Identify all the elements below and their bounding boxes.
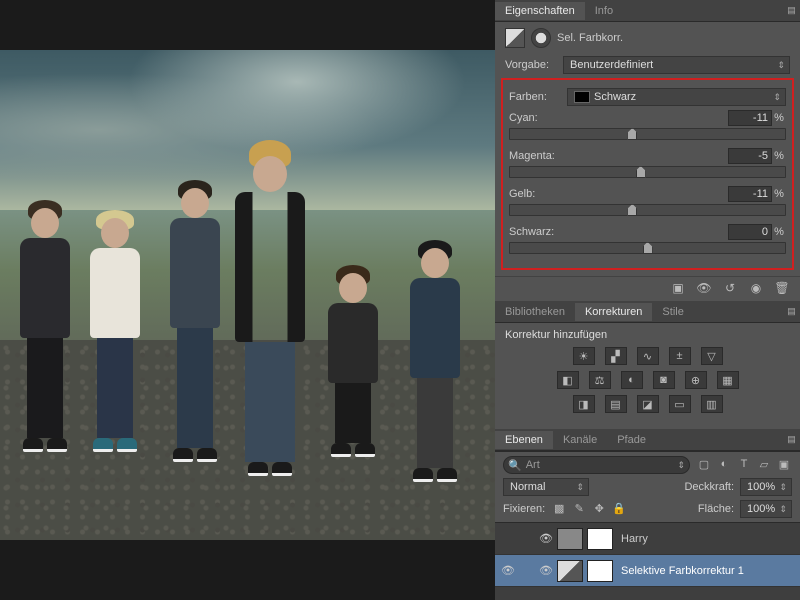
adjustment-title: Sel. Farbkorr. <box>557 32 623 44</box>
mixer-icon[interactable]: ⊕ <box>685 371 707 389</box>
lock-all-icon[interactable]: 🔒 <box>611 502 627 516</box>
photo-preview <box>0 50 495 540</box>
layer-mask-thumbnail[interactable] <box>587 528 613 550</box>
selective-icon[interactable]: ▥ <box>701 395 723 413</box>
panel-menu-icon[interactable]: ▤ <box>782 306 800 317</box>
invert-icon[interactable]: ◨ <box>573 395 595 413</box>
slider-label: Cyan: <box>509 112 728 124</box>
slider-unit: % <box>772 150 786 162</box>
filter-type-icon[interactable]: T <box>736 458 752 472</box>
gradient-map-icon[interactable]: ▭ <box>669 395 691 413</box>
slider-track[interactable] <box>509 166 786 178</box>
search-icon: 🔍 <box>508 459 522 472</box>
color-swatch <box>574 91 590 103</box>
opacity-label: Deckkraft: <box>684 481 734 493</box>
highlighted-region: Farben: Schwarz Cyan: -11 % Magenta: -5 … <box>501 78 794 270</box>
delete-adjustment-icon[interactable]: 🗑 <box>774 281 790 295</box>
slider-track[interactable] <box>509 242 786 254</box>
layer-list[interactable]: 👁 Harry👁 👁 Selektive Farbkorrektur 1 <box>495 522 800 600</box>
slider-unit: % <box>772 226 786 238</box>
toggle-visibility-icon[interactable]: ◉ <box>748 281 764 295</box>
tab-adjustments[interactable]: Korrekturen <box>575 303 652 321</box>
layer-row[interactable]: 👁 Harry <box>495 523 800 555</box>
vibrance-icon[interactable]: ▽ <box>701 347 723 365</box>
slider-thumb[interactable] <box>643 242 653 254</box>
blend-mode-dropdown[interactable]: Normal <box>503 478 589 496</box>
adjustment-type-icon <box>505 28 525 48</box>
properties-footer: ▣ 👁 ↺ ◉ 🗑 <box>495 276 800 301</box>
fill-input[interactable]: 100% <box>740 500 792 518</box>
preset-dropdown[interactable]: Benutzerdefiniert <box>563 56 790 74</box>
lock-move-icon[interactable]: ✥ <box>591 502 607 516</box>
brightness-icon[interactable]: ☀ <box>573 347 595 365</box>
levels-icon[interactable]: ▞ <box>605 347 627 365</box>
hue-icon[interactable]: ◧ <box>557 371 579 389</box>
bw-icon[interactable]: ◐ <box>621 371 643 389</box>
photo-filter-icon[interactable]: ◙ <box>653 371 675 389</box>
slider-value-input[interactable]: -11 <box>728 186 772 202</box>
layer-filter-search[interactable]: 🔍 Art ⇕ <box>503 456 690 474</box>
fill-label: Fläche: <box>698 503 734 515</box>
lookup-icon[interactable]: ▦ <box>717 371 739 389</box>
document-canvas[interactable] <box>0 0 495 600</box>
mask-icon[interactable] <box>531 28 551 48</box>
properties-tabs: Eigenschaften Info ▤ <box>495 0 800 22</box>
tab-styles[interactable]: Stile <box>652 303 693 321</box>
filter-adjust-icon[interactable]: ◐ <box>716 458 732 472</box>
panel-menu-icon[interactable]: ▤ <box>782 434 800 445</box>
filter-smart-icon[interactable]: ▣ <box>776 458 792 472</box>
filter-shape-icon[interactable]: ▱ <box>756 458 772 472</box>
layers-tabs: Ebenen Kanäle Pfade ▤ <box>495 429 800 451</box>
layer-name[interactable]: Selektive Farbkorrektur 1 <box>617 565 796 577</box>
view-previous-icon[interactable]: 👁 <box>696 281 712 295</box>
effects-icon[interactable]: 👁 <box>539 564 553 577</box>
preset-label: Vorgabe: <box>505 59 557 71</box>
slider-label: Gelb: <box>509 188 728 200</box>
slider-label: Magenta: <box>509 150 728 162</box>
curves-icon[interactable]: ∿ <box>637 347 659 365</box>
tab-layers[interactable]: Ebenen <box>495 431 553 449</box>
tab-channels[interactable]: Kanäle <box>553 431 607 449</box>
slider-value-input[interactable]: -5 <box>728 148 772 164</box>
slider-value-input[interactable]: -11 <box>728 110 772 126</box>
tab-paths[interactable]: Pfade <box>607 431 656 449</box>
slider-thumb[interactable] <box>636 166 646 178</box>
slider-thumb[interactable] <box>627 204 637 216</box>
layer-thumbnail[interactable] <box>557 528 583 550</box>
layer-name[interactable]: Harry <box>617 533 796 545</box>
exposure-icon[interactable]: ± <box>669 347 691 365</box>
layer-mask-thumbnail[interactable] <box>587 560 613 582</box>
slider-unit: % <box>772 112 786 124</box>
clip-to-layer-icon[interactable]: ▣ <box>670 281 686 295</box>
effects-icon[interactable]: 👁 <box>539 532 553 545</box>
filter-image-icon[interactable]: ▢ <box>696 458 712 472</box>
lock-label: Fixieren: <box>503 503 545 515</box>
tab-properties[interactable]: Eigenschaften <box>495 2 585 20</box>
lock-paint-icon[interactable]: ✎ <box>571 502 587 516</box>
colors-dropdown[interactable]: Schwarz <box>567 88 786 106</box>
tab-info[interactable]: Info <box>585 2 623 20</box>
adjustments-tabs: Bibliotheken Korrekturen Stile ▤ <box>495 301 800 323</box>
panel-menu-icon[interactable]: ▤ <box>782 5 800 16</box>
slider-thumb[interactable] <box>627 128 637 140</box>
reset-icon[interactable]: ↺ <box>722 281 738 295</box>
visibility-toggle-icon[interactable]: 👁 <box>499 564 517 577</box>
slider-value-input[interactable]: 0 <box>728 224 772 240</box>
slider-unit: % <box>772 188 786 200</box>
posterize-icon[interactable]: ▤ <box>605 395 627 413</box>
colors-label: Farben: <box>509 91 561 103</box>
slider-track[interactable] <box>509 204 786 216</box>
layer-thumbnail[interactable] <box>557 560 583 582</box>
slider-label: Schwarz: <box>509 226 728 238</box>
opacity-input[interactable]: 100% <box>740 478 792 496</box>
layer-row[interactable]: 👁 👁 Selektive Farbkorrektur 1 <box>495 555 800 587</box>
tab-libraries[interactable]: Bibliotheken <box>495 303 575 321</box>
add-adjustment-title: Korrektur hinzufügen <box>505 329 790 341</box>
lock-transparent-icon[interactable]: ▩ <box>551 502 567 516</box>
threshold-icon[interactable]: ◪ <box>637 395 659 413</box>
balance-icon[interactable]: ⚖ <box>589 371 611 389</box>
slider-track[interactable] <box>509 128 786 140</box>
